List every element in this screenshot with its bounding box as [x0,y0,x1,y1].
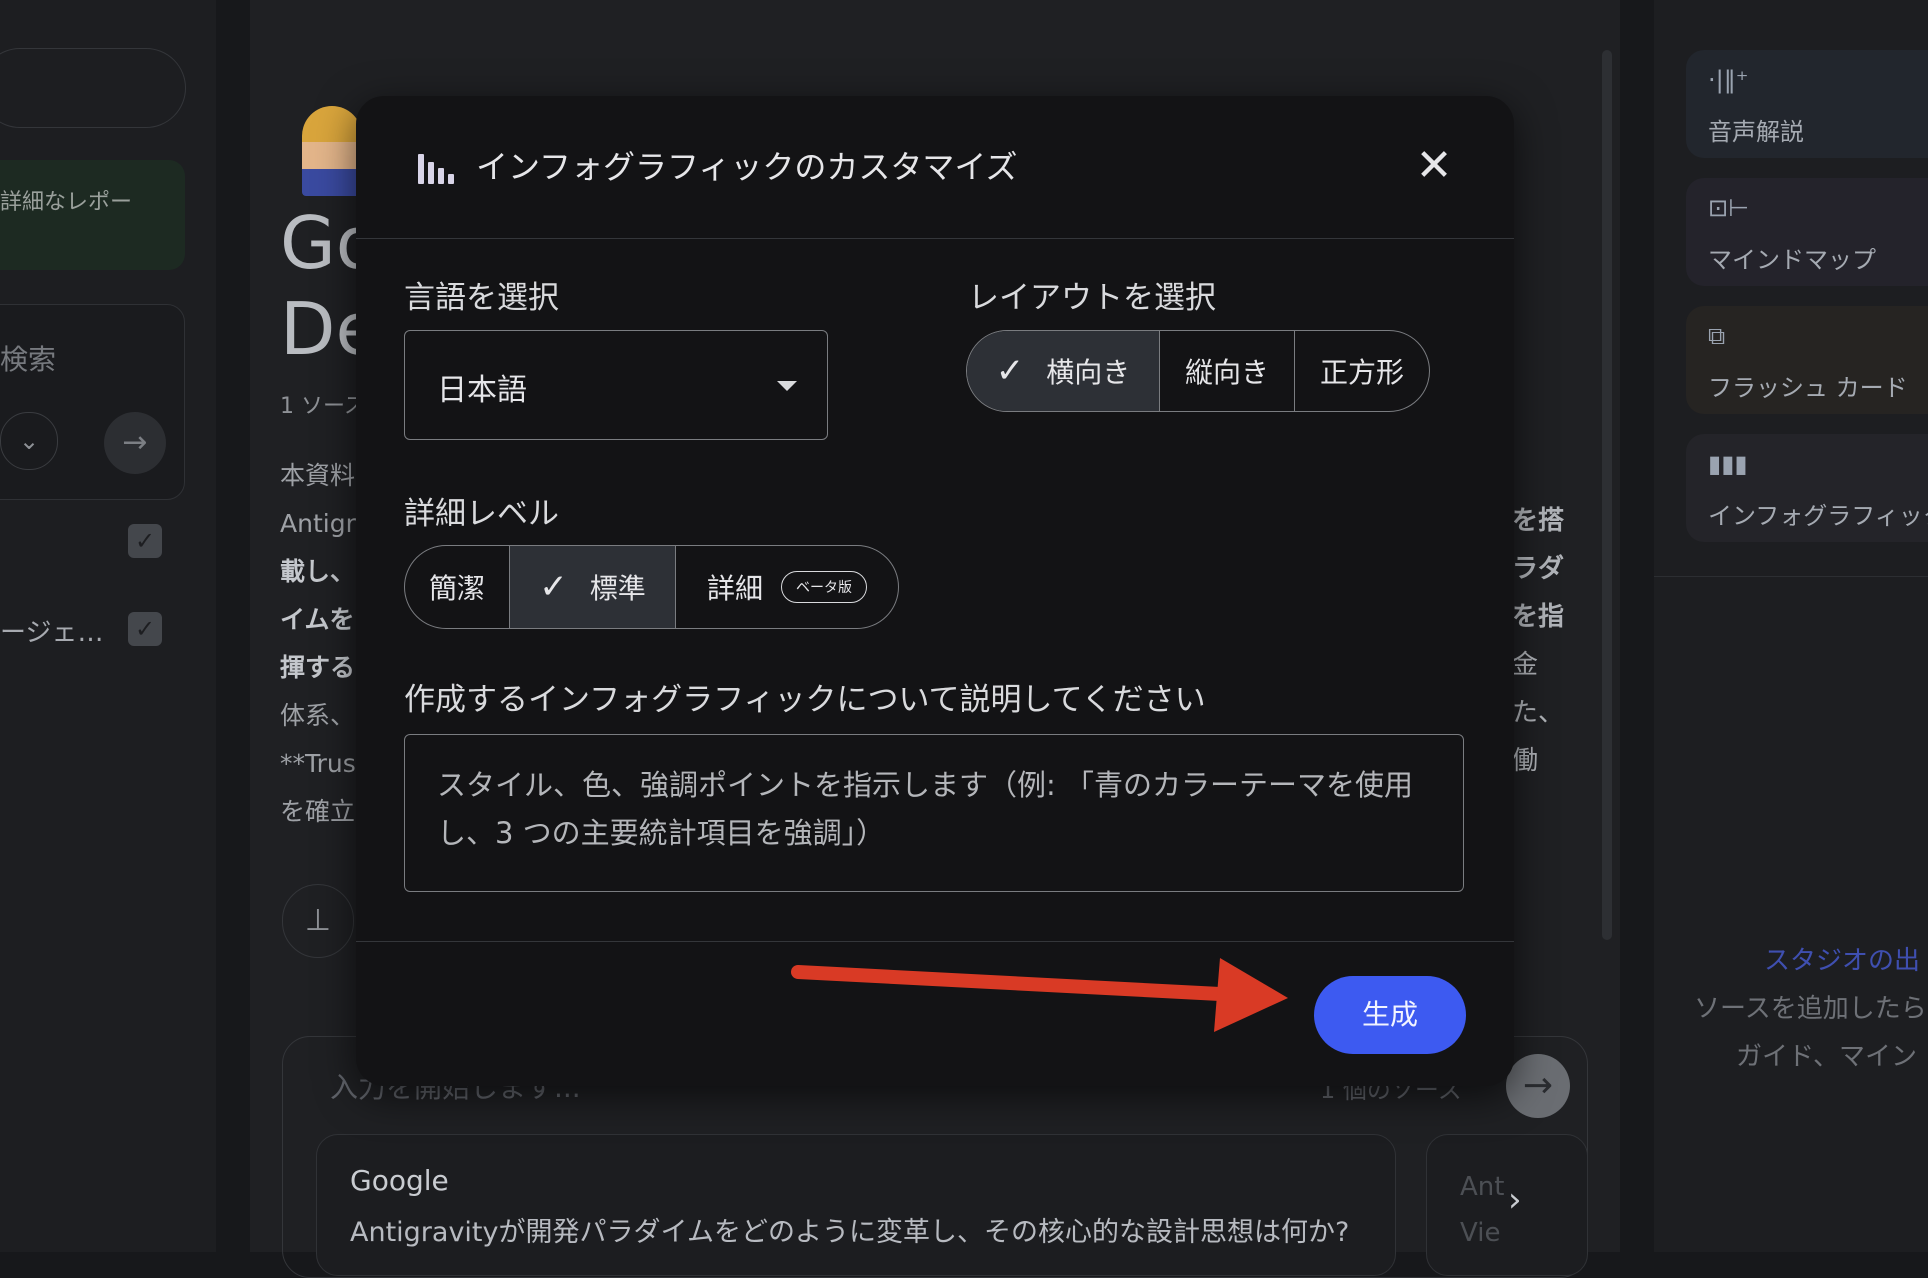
dialog-title: インフォグラフィックのカスタマイズ [476,148,1018,186]
studio-card-flashcard[interactable]: ⧉ フラッシュ カード [1686,306,1928,414]
annotation-arrow [791,958,1288,1032]
studio-card-audio[interactable]: ⋅|‖⁺ 音声解説 [1686,50,1928,158]
chat-scrollbar[interactable] [1602,50,1612,940]
summary-fragment: を指 [1512,602,1565,632]
chevron-down-icon[interactable]: ⌄ [0,412,58,470]
summary-fragment: ラダ [1512,554,1565,584]
source-search-box [0,304,185,500]
detail-option-label: 簡潔 [428,572,485,605]
layout-option-label: 正方形 [1319,356,1404,389]
dialog-header-divider [356,238,1514,239]
audio-icon: ⋅|‖⁺ [1708,66,1749,94]
detail-option-detailed[interactable]: 詳細 ベータ版 [676,546,898,628]
studio-card-mindmap[interactable]: ⊡⊢ マインドマップ [1686,178,1928,286]
studio-empty-title: スタジオの出 [1764,946,1921,976]
summary-line: 本資料 [280,461,356,490]
suggestion-question: Antigravityが開発パラダイムをどのように変革し、その核心的な設計思想は… [350,1217,1350,1248]
summary-line: 体系、 [280,701,356,730]
layout-option-label: 横向き [1046,356,1131,389]
summary-line: を確立 [280,797,356,826]
annotation-arrow-shaft [791,965,1227,1001]
send-icon[interactable]: → [1506,1054,1570,1118]
select-all-checkbox[interactable]: ✓ [128,524,162,558]
detail-option-label: 標準 [589,572,646,605]
language-select-value: 日本語 [437,373,527,408]
layout-label: レイアウトを選択 [968,280,1216,316]
check-icon: ✓ [995,351,1025,391]
suggested-question-card[interactable] [316,1134,1396,1276]
infographic-icon: ▮▮▮ [1708,450,1748,478]
summary-fragment: 金 [1512,650,1539,680]
dialog-footer-divider [356,941,1514,942]
infographic-icon [418,150,454,184]
layout-option-portrait[interactable]: 縦向き [1160,331,1295,411]
studio-empty-text: ソースを追加したら [1694,994,1927,1024]
mindmap-icon: ⊡⊢ [1708,194,1750,222]
summary-text: 本資料 Antigr 載し、 イムを 揮する 体系、 **Trus を確立 [280,452,356,836]
studio-card-infographic[interactable]: ▮▮▮ インフォグラフィック [1686,434,1928,542]
layout-option-square[interactable]: 正方形 [1295,331,1429,411]
pin-icon[interactable]: ⊥ [282,884,354,958]
summary-line: イムを [280,605,355,634]
beta-badge: ベータ版 [781,571,867,603]
detail-option-standard[interactable]: ✓ 標準 [510,546,676,628]
check-icon: ✓ [539,567,568,607]
avatar [302,106,362,196]
studio-card-label: 音声解説 [1708,118,1804,146]
summary-text-right: を搭 ラダ を指 金 た、 働 [1512,497,1564,785]
studio-card-label: フラッシュ カード [1708,374,1908,402]
detail-option-concise[interactable]: 簡潔 [405,546,510,628]
language-select[interactable]: 日本語 [404,330,828,440]
summary-line: Antigr [280,509,356,538]
summary-line: 揮する [280,653,356,682]
summary-fragment: 働 [1512,746,1539,776]
suggestion-2-line: Ant [1460,1172,1505,1202]
source-item-label: ージェ… [0,618,104,648]
layout-option-label: 縦向き [1184,356,1269,389]
close-icon[interactable]: ✕ [1406,138,1462,194]
detail-level-label: 詳細レベル [404,496,559,532]
annotation-arrow-head [1214,958,1288,1032]
generate-button[interactable]: 生成 [1314,976,1466,1054]
source-count: 1 ソース [280,394,366,419]
detail-option-label: 詳細 [706,572,763,605]
summary-fragment: た、 [1512,698,1565,728]
report-card-label: 詳細なレポー [0,190,133,215]
studio-card-label: マインドマップ [1708,246,1876,274]
summary-line: 載し、 [280,557,356,586]
report-card[interactable]: 詳細なレポー [0,160,185,270]
description-label: 作成するインフォグラフィックについて説明してください [404,682,1206,718]
chevron-right-icon[interactable]: › [1508,1180,1522,1220]
studio-card-label: インフォグラフィック [1708,502,1928,530]
summary-fragment: を搭 [1512,506,1565,536]
layout-option-landscape[interactable]: ✓ 横向き [967,331,1160,411]
suggestion-title: Google [350,1164,449,1197]
infographic-customize-dialog: インフォグラフィックのカスタマイズ ✕ 言語を選択 日本語 レイアウトを選択 ✓… [356,96,1514,1086]
source-item-checkbox[interactable]: ✓ [128,612,162,646]
layout-segmented-control: ✓ 横向き 縦向き 正方形 [966,330,1430,412]
studio-empty-text: ガイド、マイン [1736,1042,1917,1072]
suggested-question-card-2[interactable] [1426,1134,1588,1276]
description-placeholder: スタイル、色、強調ポイントを指示します（例: 「青のカラーテーマを使用し、3 つ… [437,768,1413,850]
language-label: 言語を選択 [404,280,559,316]
caret-down-icon [777,381,797,391]
source-search-label: 検索 [0,343,57,376]
summary-line: **Trus [280,749,356,778]
suggestion-2-line: Vie [1460,1218,1501,1248]
flashcard-icon: ⧉ [1708,322,1726,350]
detail-segmented-control: 簡潔 ✓ 標準 詳細 ベータ版 [404,545,899,629]
description-textarea[interactable]: スタイル、色、強調ポイントを指示します（例: 「青のカラーテーマを使用し、3 つ… [404,734,1464,892]
studio-divider [1654,576,1928,577]
suggestion-2-text: Ant Vie [1460,1164,1504,1256]
arrow-right-icon[interactable]: → [104,412,166,474]
add-source-button[interactable] [0,48,186,128]
